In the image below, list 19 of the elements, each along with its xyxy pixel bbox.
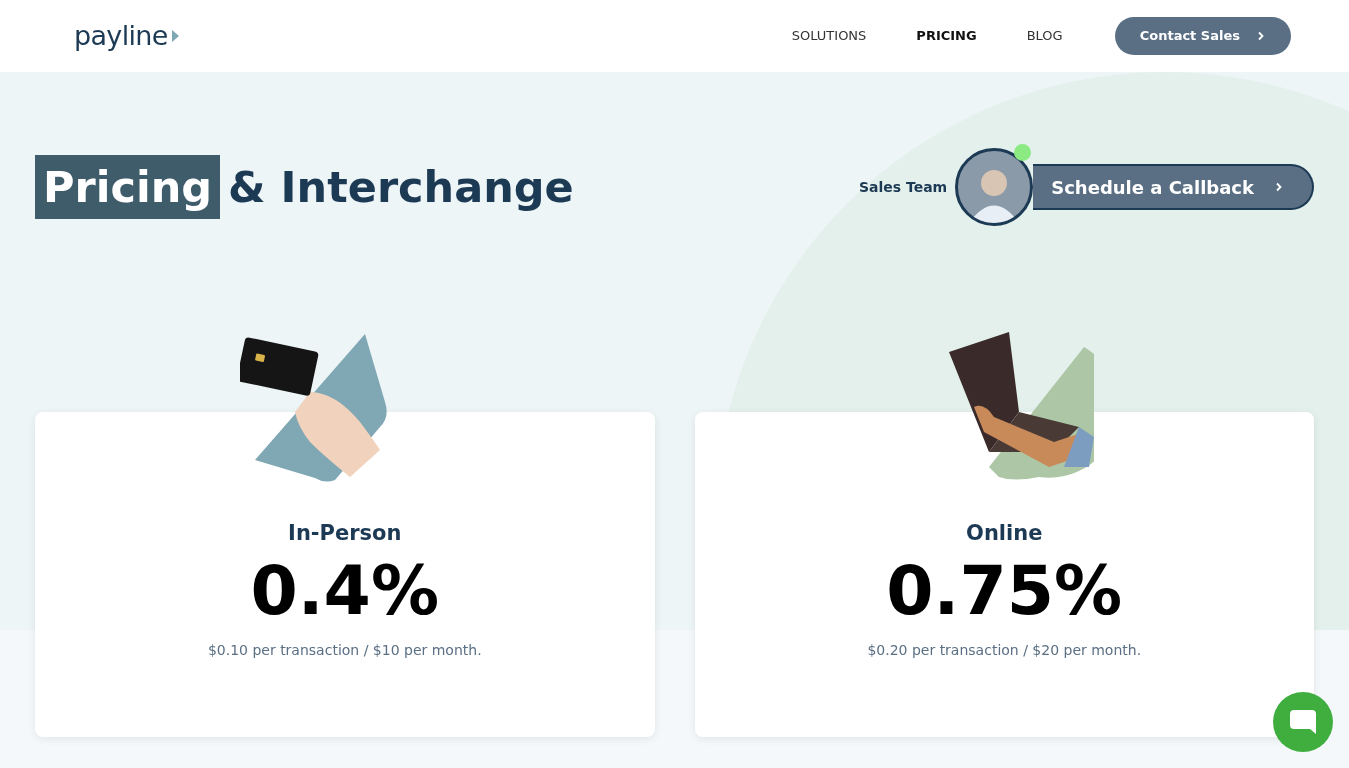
card-title: Online: [966, 520, 1043, 547]
rate-detail: $0.10 per transaction / $10 per month.: [207, 640, 482, 660]
nav-link[interactable]: SOLUTIONS: [791, 26, 867, 46]
rate-detail: $0.20 per transaction / $20 per month.: [867, 640, 1142, 660]
sales-team-label: Sales Team: [858, 177, 948, 197]
rate: 0.75%: [886, 549, 1123, 632]
nav-link[interactable]: PRICING: [916, 26, 977, 46]
title-highlight: Pricing: [35, 155, 221, 219]
chevron-right-icon: [1256, 31, 1266, 41]
chevron-right-icon: [1274, 182, 1284, 192]
logo[interactable]: payline: [74, 15, 168, 57]
chat-bubble-icon: [1288, 708, 1318, 736]
nav-link[interactable]: BLOG: [1026, 26, 1063, 46]
logo-triangle-icon: [171, 30, 179, 42]
schedule-callback-button[interactable]: Schedule a Callback: [1033, 164, 1314, 210]
card-title: In-Person: [288, 520, 402, 547]
contact-sales-button[interactable]: Contact Sales: [1114, 17, 1291, 55]
page-title: & Interchange: [228, 160, 574, 214]
rate: 0.4%: [250, 549, 440, 632]
